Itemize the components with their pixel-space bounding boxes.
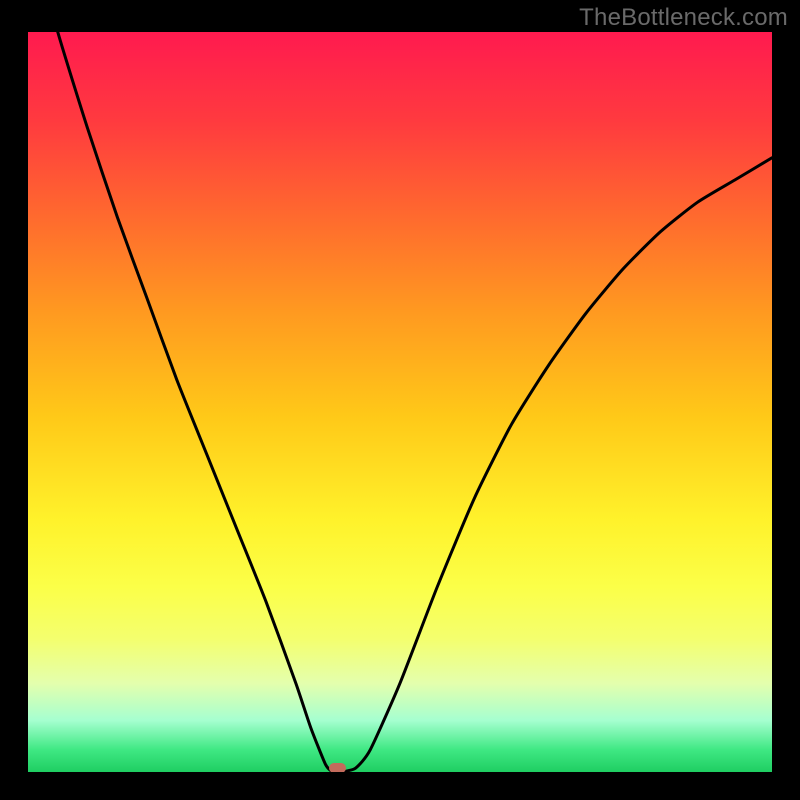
chart-frame: TheBottleneck.com	[0, 0, 800, 800]
watermark-text: TheBottleneck.com	[579, 4, 788, 32]
optimal-marker	[329, 763, 346, 772]
bottleneck-curve	[28, 32, 772, 772]
plot-area	[28, 32, 772, 772]
